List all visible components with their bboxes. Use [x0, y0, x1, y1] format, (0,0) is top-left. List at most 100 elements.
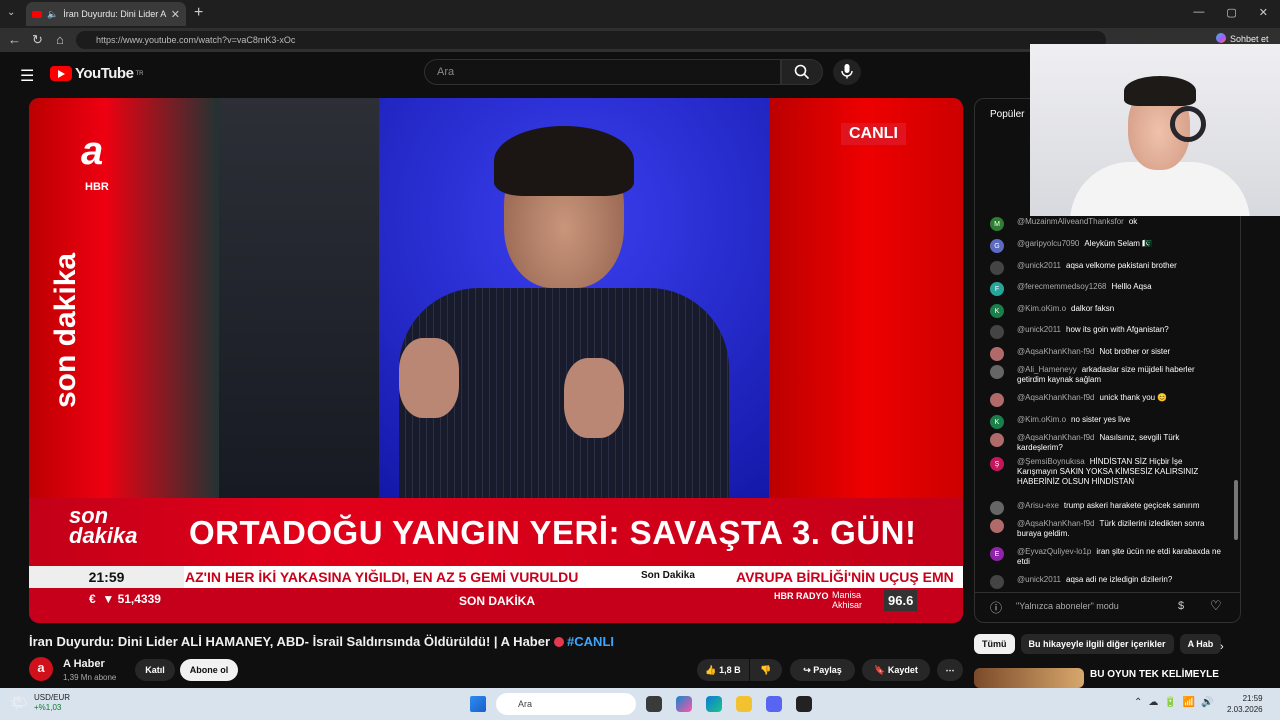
maximize-button[interactable]: ▢	[1226, 6, 1236, 19]
chat-message[interactable]: E @EyvazQuliyev-lo1p iran şite ücün ne etd…	[990, 547, 1225, 567]
chat-avatar[interactable]: K	[990, 304, 1004, 318]
save-button[interactable]: 🔖 Kaydet	[862, 659, 930, 681]
heart-icon[interactable]: ♡	[1210, 598, 1222, 614]
chat-username[interactable]: @garipyolcu7090	[1017, 239, 1079, 248]
chat-message[interactable]: @unick2011 how its goin with Afganistan?	[990, 325, 1225, 339]
chat-mode-selector[interactable]: Popüler	[990, 109, 1024, 120]
chip-0[interactable]: Tümü	[974, 634, 1015, 654]
edge-icon[interactable]	[706, 696, 722, 712]
chat-username[interactable]: @ferecmemmedsoy1268	[1017, 282, 1107, 291]
chip-2[interactable]: A Hab	[1179, 634, 1222, 654]
like-button[interactable]: 👍 1,8 B	[697, 659, 749, 681]
menu-icon[interactable]: ☰	[20, 66, 34, 86]
chat-avatar[interactable]: F	[990, 282, 1004, 296]
tab-search-icon[interactable]: ⌄	[7, 7, 15, 18]
system-tray[interactable]: ⌃☁🔋📶🔊	[1134, 697, 1220, 708]
youtube-logo[interactable]: YouTube TR	[50, 65, 143, 82]
new-tab-button[interactable]: +	[194, 4, 203, 22]
chat-avatar[interactable]	[990, 325, 1004, 339]
chat-username[interactable]: @AqsaKhanKhan-f9d	[1017, 393, 1095, 402]
chat-username[interactable]: @Arisu-exe	[1017, 501, 1059, 510]
chat-avatar[interactable]	[990, 575, 1004, 589]
chat-avatar[interactable]	[990, 393, 1004, 407]
live-hashtag[interactable]: #CANLI	[567, 634, 614, 649]
minimize-button[interactable]: —	[1193, 6, 1204, 19]
discord-icon[interactable]	[766, 696, 782, 712]
chat-message[interactable]: K @Kim.oKim.o dalkor faksn	[990, 304, 1225, 318]
address-bar[interactable]: https://www.youtube.com/watch?v=vaC8mK3-…	[76, 31, 1106, 49]
close-tab-icon[interactable]: ✕	[171, 8, 180, 21]
chat-username[interactable]: @Kim.oKim.o	[1017, 415, 1066, 424]
chat-username[interactable]: @Kim.oKim.o	[1017, 304, 1066, 313]
join-button[interactable]: Katıl	[135, 659, 175, 681]
chat-message[interactable]: @unick2011 aqsa velkome pakistani brother	[990, 261, 1225, 275]
copilot-app-icon[interactable]	[676, 696, 692, 712]
speaker-icon[interactable]: 🔈	[47, 9, 58, 20]
share-button[interactable]: ↪ Paylaş	[790, 659, 855, 681]
video-player[interactable]: a HBR son dakika CANLI son dakika ORTADOĞU…	[29, 98, 963, 623]
chat-scrollbar[interactable]	[1234, 480, 1238, 540]
chevron-right-icon[interactable]: ›	[1220, 641, 1224, 653]
chat-username[interactable]: @ŞemsiBoynukısa	[1017, 457, 1085, 466]
info-icon[interactable]: ⓘ	[990, 599, 1002, 616]
subscribe-button[interactable]: Abone ol	[180, 659, 238, 681]
recommended-title[interactable]: BU OYUN TEK KELİMEYLE	[1090, 669, 1219, 680]
chat-avatar[interactable]	[990, 501, 1004, 515]
chat-username[interactable]: @unick2011	[1017, 261, 1061, 270]
chat-avatar[interactable]: E	[990, 547, 1004, 561]
chat-message[interactable]: K @Kim.oKim.o no sister yes live	[990, 415, 1225, 429]
super-chat-icon[interactable]: $	[1178, 600, 1184, 612]
channel-name[interactable]: A Haber	[63, 658, 105, 670]
close-window-button[interactable]: ✕	[1259, 6, 1268, 19]
chat-avatar[interactable]: G	[990, 239, 1004, 253]
currency-widget[interactable]: USD/EUR +%1,03	[34, 693, 70, 713]
file-icon[interactable]	[646, 696, 662, 712]
chat-message[interactable]: @AqsaKhanKhan-f9d Not brother or sister	[990, 347, 1225, 361]
chat-message[interactable]: @unick2011 aqsa adi ne izledigin dizileri…	[990, 575, 1225, 589]
chat-username[interactable]: @AqsaKhanKhan-f9d	[1017, 347, 1095, 356]
chat-avatar[interactable]	[990, 347, 1004, 361]
refresh-icon[interactable]: ↻	[32, 32, 43, 48]
dislike-button[interactable]: 👎	[750, 659, 782, 681]
search-button[interactable]	[781, 59, 823, 85]
chat-avatar[interactable]	[990, 365, 1004, 379]
chat-username[interactable]: @Ali_Hameneyy	[1017, 365, 1077, 374]
chat-username[interactable]: @unick2011	[1017, 575, 1061, 584]
chat-message[interactable]: Ş @ŞemsiBoynukısa HİNDİSTAN SİZ Hiçbir İşe…	[990, 457, 1225, 487]
back-icon[interactable]: ←	[8, 32, 21, 47]
chat-avatar[interactable]	[990, 433, 1004, 447]
chat-message[interactable]: @AqsaKhanKhan-f9d Nasılsınız, sevgili Tür…	[990, 433, 1225, 453]
start-button[interactable]	[470, 696, 486, 712]
obs-icon[interactable]	[796, 696, 812, 712]
more-actions-button[interactable]: ⋯	[937, 659, 963, 681]
chat-avatar[interactable]: Ş	[990, 457, 1004, 471]
chat-message[interactable]: M @MuzainmAliveandThanksfor ok	[990, 217, 1225, 231]
channel-avatar[interactable]: a	[29, 657, 53, 681]
taskbar-clock[interactable]: 21:59 2.03.2026	[1227, 693, 1263, 715]
home-icon[interactable]: ⌂	[56, 32, 64, 47]
weather-widget-icon[interactable]: 🌤	[10, 694, 28, 711]
recommended-thumbnail[interactable]	[974, 668, 1084, 688]
chat-message[interactable]: @Arisu-exe trump askeri harakete geçicek …	[990, 501, 1225, 515]
chat-avatar[interactable]: K	[990, 415, 1004, 429]
search-input[interactable]: Ara	[424, 59, 781, 85]
folder-icon[interactable]	[736, 696, 752, 712]
voice-search-button[interactable]	[833, 59, 861, 85]
chat-avatar[interactable]: M	[990, 217, 1004, 231]
browser-tab[interactable]: 🔈 İran Duyurdu: Dini Lider ALİ HAMANEY, …	[26, 2, 186, 26]
chat-message[interactable]: G @garipyolcu7090 Aleyküm Selam 🇵🇰	[990, 239, 1225, 253]
chip-1[interactable]: Bu hikayeyle ilgili diğer içerikler	[1020, 634, 1174, 654]
chat-avatar[interactable]	[990, 519, 1004, 533]
taskbar-search[interactable]: Ara	[496, 693, 636, 715]
chat-username[interactable]: @MuzainmAliveandThanksfor	[1017, 217, 1124, 226]
chat-message[interactable]: @AqsaKhanKhan-f9d Türk dizilerini izledik…	[990, 519, 1225, 539]
chat-username[interactable]: @AqsaKhanKhan-f9d	[1017, 519, 1095, 528]
copilot-button[interactable]: Sohbet et	[1216, 33, 1269, 44]
chat-username[interactable]: @unick2011	[1017, 325, 1061, 334]
chat-message[interactable]: F @ferecmemmedsoy1268 Helllo Aqsa	[990, 282, 1225, 296]
chat-username[interactable]: @AqsaKhanKhan-f9d	[1017, 433, 1095, 442]
chat-message[interactable]: @AqsaKhanKhan-f9d unick thank you 😊	[990, 393, 1225, 407]
chat-message[interactable]: @Ali_Hameneyy arkadaslar size müjdeli hab…	[990, 365, 1225, 385]
chat-avatar[interactable]	[990, 261, 1004, 275]
chat-username[interactable]: @EyvazQuliyev-lo1p	[1017, 547, 1091, 556]
